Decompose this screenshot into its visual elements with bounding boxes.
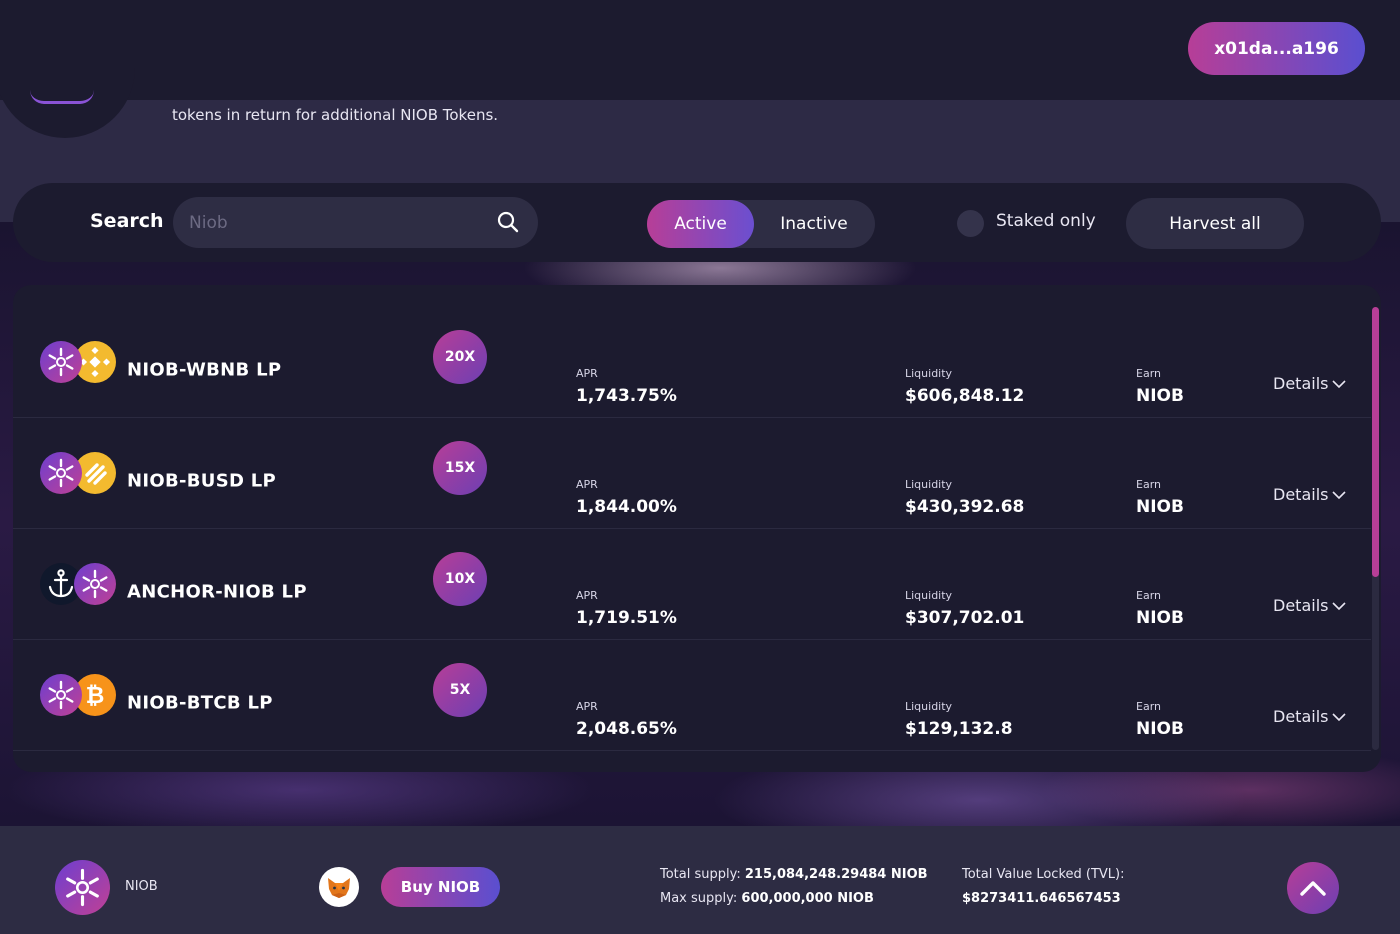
chevron-up-icon xyxy=(1300,881,1326,896)
liquidity-label: Liquidity xyxy=(905,367,953,380)
pair-name: NIOB-WBNB LP xyxy=(127,359,282,381)
multiplier-badge: 15X xyxy=(433,441,487,495)
scroll-to-top-button[interactable] xyxy=(1287,862,1339,914)
earn-value: NIOB xyxy=(1136,608,1184,628)
earn-value: NIOB xyxy=(1136,719,1184,739)
earn-label: Earn xyxy=(1136,367,1161,380)
chevron-down-icon xyxy=(1332,490,1347,499)
details-toggle[interactable]: Details xyxy=(1273,485,1347,504)
apr-label: APR xyxy=(576,700,598,713)
earn-label: Earn xyxy=(1136,700,1161,713)
chevron-down-icon xyxy=(1332,379,1347,388)
multiplier-badge: 10X xyxy=(433,552,487,606)
niob-icon xyxy=(40,452,82,494)
total-supply-label: Total supply: xyxy=(660,867,741,882)
liquidity-value: $307,702.01 xyxy=(905,608,1025,628)
tvl-value: $8273411.646567453 xyxy=(962,891,1121,906)
niob-icon xyxy=(40,341,82,383)
details-label: Details xyxy=(1273,707,1329,726)
multiplier-badge: 5X xyxy=(433,663,487,717)
chevron-down-icon xyxy=(1332,712,1347,721)
farm-row[interactable]: ANCHOR-NIOB LP 10X APR 1,719.51% Liquidi… xyxy=(13,529,1371,640)
staked-only-toggle[interactable] xyxy=(957,210,984,237)
liquidity-value: $129,132.8 xyxy=(905,719,1013,739)
earn-label: Earn xyxy=(1136,589,1161,602)
max-supply-label: Max supply: xyxy=(660,891,738,906)
details-label: Details xyxy=(1273,374,1329,393)
liquidity-label: Liquidity xyxy=(905,589,953,602)
search-icon[interactable] xyxy=(496,210,520,234)
details-label: Details xyxy=(1273,596,1329,615)
apr-value: 1,719.51% xyxy=(576,608,677,628)
harvest-all-button[interactable]: Harvest all xyxy=(1126,198,1304,249)
svg-text:₿: ₿ xyxy=(86,683,105,709)
tvl-label: Total Value Locked (TVL): xyxy=(962,867,1125,882)
apr-value: 2,048.65% xyxy=(576,719,677,739)
niob-icon xyxy=(40,674,82,716)
top-header: x01da...a196 xyxy=(0,0,1400,100)
farm-row[interactable]: NIOB-BUSD LP 15X APR 1,844.00% Liquidity… xyxy=(13,418,1371,529)
max-supply: Max supply: 600,000,000 NIOB xyxy=(660,891,874,906)
earn-label: Earn xyxy=(1136,478,1161,491)
apr-label: APR xyxy=(576,589,598,602)
apr-label: APR xyxy=(576,367,598,380)
farm-row[interactable]: ₿ NIOB-BTCB LP 5X APR 2,048.65% Liquidit… xyxy=(13,640,1371,751)
total-supply: Total supply: 215,084,248.29484 NIOB xyxy=(660,867,928,882)
details-toggle[interactable]: Details xyxy=(1273,596,1347,615)
hero-arc xyxy=(30,90,94,104)
staked-only-label: Staked only xyxy=(996,211,1096,231)
farm-row[interactable]: NIOB-WBNB LP 20X APR 1,743.75% Liquidity… xyxy=(13,307,1371,418)
intro-text: tokens in return for additional NIOB Tok… xyxy=(172,106,499,124)
pair-name: NIOB-BUSD LP xyxy=(127,470,277,492)
active-inactive-toggle: Active Inactive xyxy=(647,200,875,248)
pair-name: NIOB-BTCB LP xyxy=(127,692,273,714)
total-supply-value: 215,084,248.29484 NIOB xyxy=(744,867,928,882)
niob-icon xyxy=(74,563,116,605)
farm-list: NIOB-WBNB LP 20X APR 1,743.75% Liquidity… xyxy=(13,285,1381,772)
hero-logo xyxy=(0,30,135,138)
footer-token-label: NIOB xyxy=(125,879,158,894)
search-label: Search xyxy=(90,210,164,232)
liquidity-value: $430,392.68 xyxy=(905,497,1025,517)
farm-list-scrollbar-thumb[interactable] xyxy=(1372,307,1379,577)
earn-value: NIOB xyxy=(1136,386,1184,406)
liquidity-label: Liquidity xyxy=(905,478,953,491)
search-box[interactable] xyxy=(173,197,538,248)
search-input[interactable] xyxy=(189,197,489,248)
details-toggle[interactable]: Details xyxy=(1273,374,1347,393)
niob-logo-icon xyxy=(55,860,110,915)
details-toggle[interactable]: Details xyxy=(1273,707,1347,726)
earn-value: NIOB xyxy=(1136,497,1184,517)
pair-name: ANCHOR-NIOB LP xyxy=(127,581,307,603)
tab-active[interactable]: Active xyxy=(647,200,754,248)
multiplier-badge: 20X xyxy=(433,330,487,384)
wallet-address-button[interactable]: x01da...a196 xyxy=(1188,22,1365,75)
tab-inactive[interactable]: Inactive xyxy=(759,200,869,248)
buy-niob-button[interactable]: Buy NIOB xyxy=(381,867,500,907)
metamask-fox-icon[interactable] xyxy=(319,867,359,907)
liquidity-label: Liquidity xyxy=(905,700,953,713)
liquidity-value: $606,848.12 xyxy=(905,386,1025,406)
max-supply-value: 600,000,000 NIOB xyxy=(741,891,874,906)
apr-value: 1,743.75% xyxy=(576,386,677,406)
apr-value: 1,844.00% xyxy=(576,497,677,517)
apr-label: APR xyxy=(576,478,598,491)
chevron-down-icon xyxy=(1332,601,1347,610)
details-label: Details xyxy=(1273,485,1329,504)
